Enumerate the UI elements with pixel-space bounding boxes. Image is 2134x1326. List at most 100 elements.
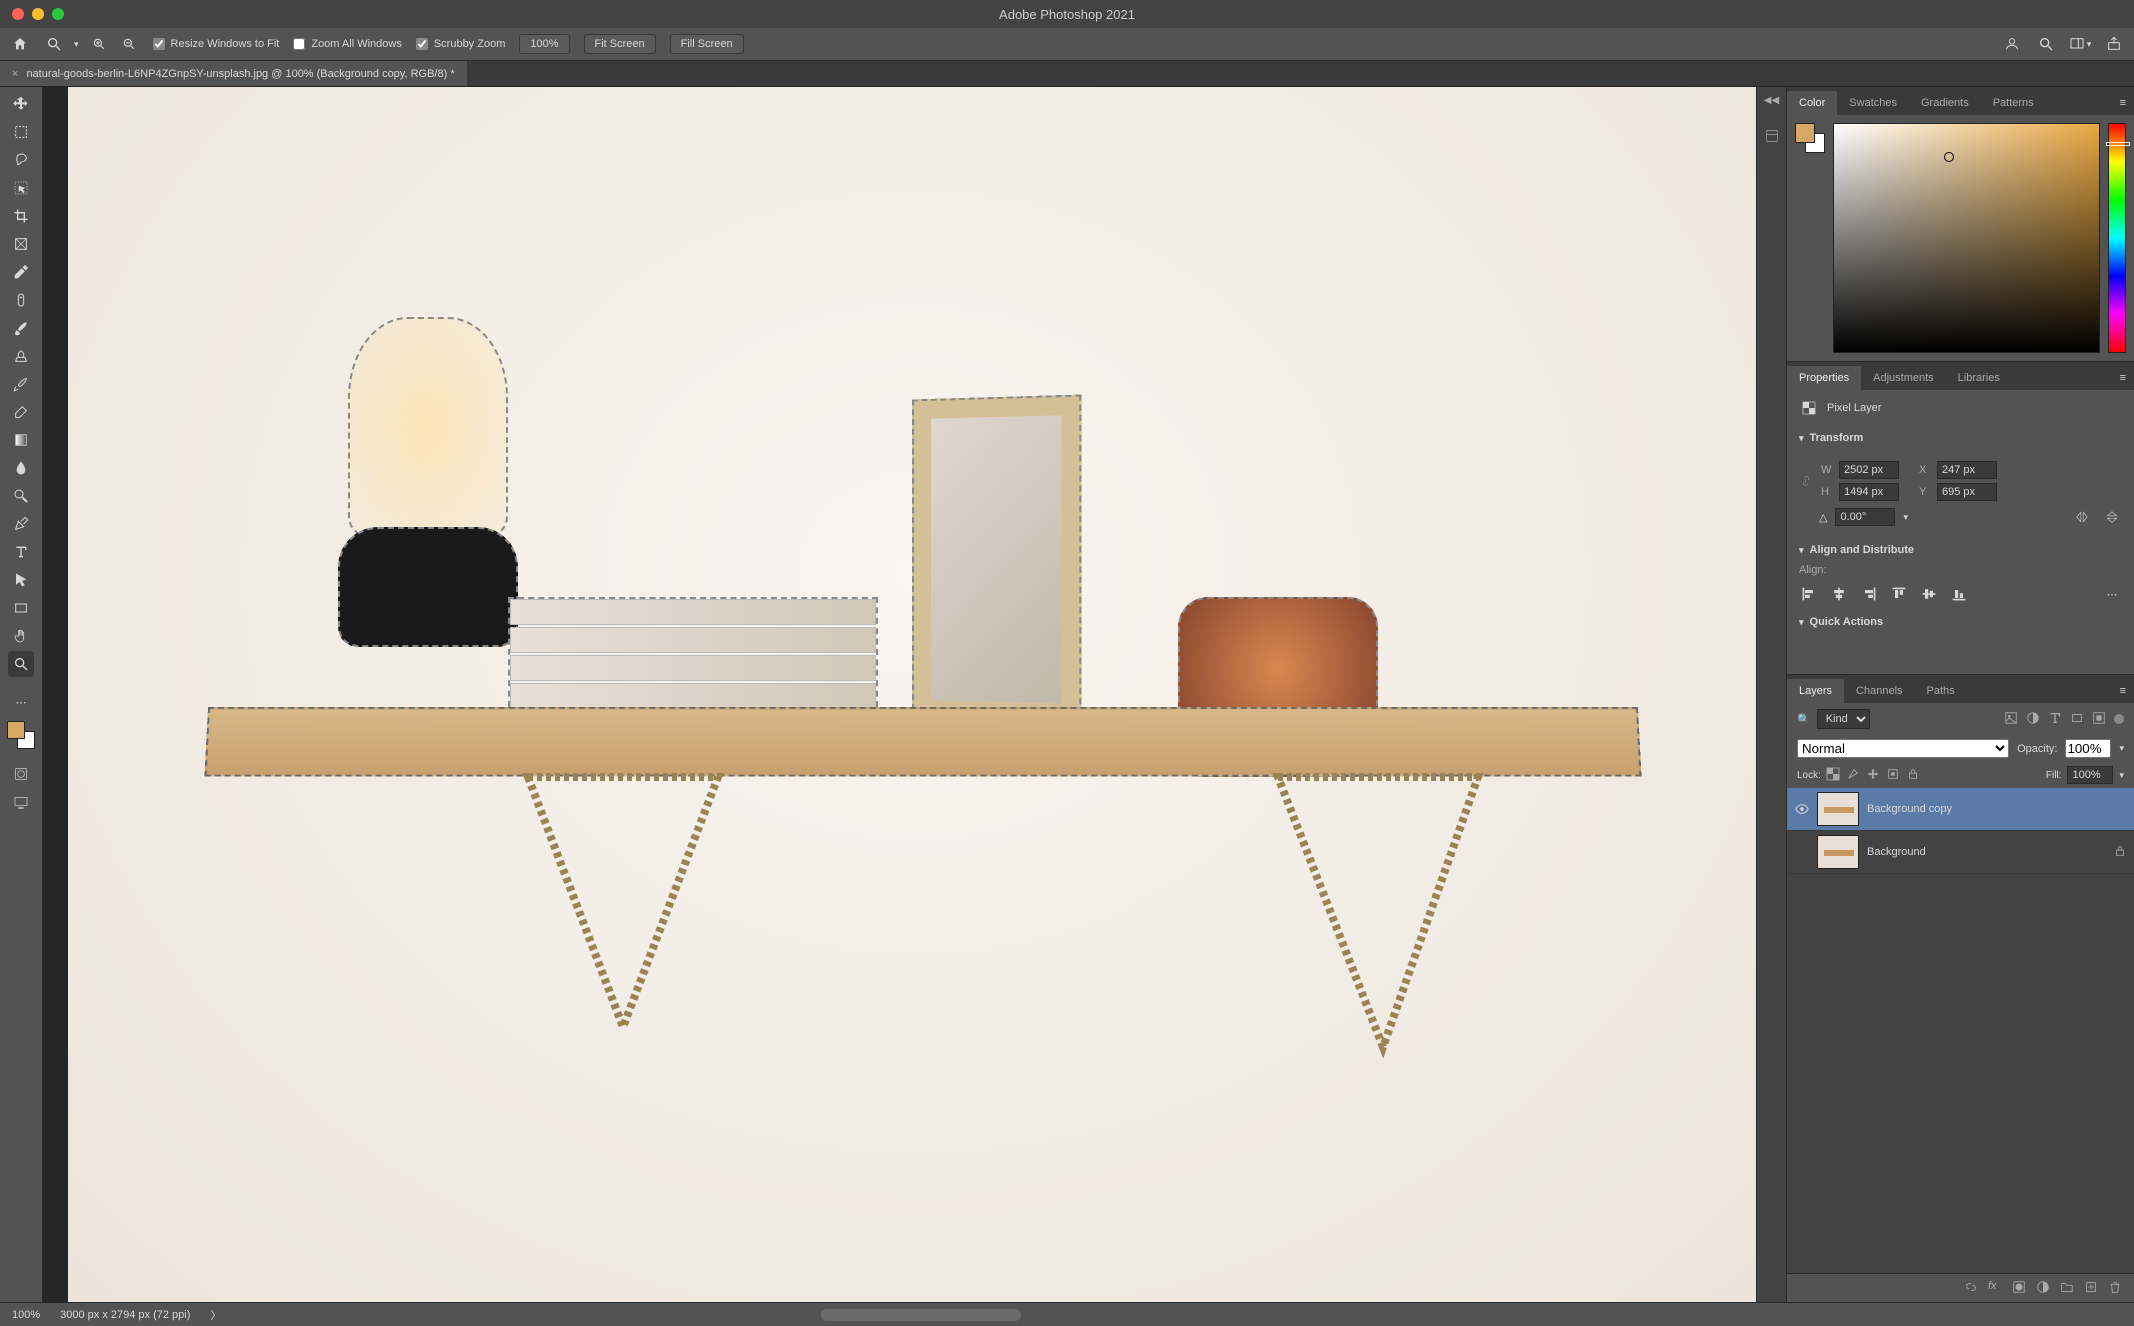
align-center-v-icon[interactable] (1919, 584, 1939, 604)
more-options-icon[interactable]: ⋯ (2102, 584, 2122, 604)
opacity-dropdown-icon[interactable]: ▾ (2119, 743, 2124, 754)
tab-paths[interactable]: Paths (1915, 679, 1967, 703)
color-panel-swatches[interactable] (1795, 123, 1825, 153)
eraser-tool[interactable] (8, 399, 34, 425)
filter-toggle-icon[interactable] (2114, 714, 2124, 724)
angle-input[interactable] (1835, 508, 1895, 526)
brush-tool[interactable] (8, 315, 34, 341)
canvas-area[interactable] (43, 87, 1756, 1302)
path-selection-tool[interactable] (8, 567, 34, 593)
foreground-color-swatch[interactable] (7, 721, 25, 739)
align-right-icon[interactable] (1859, 584, 1879, 604)
tab-layers[interactable]: Layers (1787, 679, 1844, 703)
flip-vertical-icon[interactable] (2102, 507, 2122, 527)
scrubby-zoom-input[interactable] (416, 38, 428, 50)
layer-thumbnail[interactable] (1817, 835, 1859, 869)
layer-thumbnail[interactable] (1817, 792, 1859, 826)
filter-smart-icon[interactable] (2092, 711, 2108, 727)
tab-channels[interactable]: Channels (1844, 679, 1914, 703)
group-icon[interactable] (2060, 1280, 2076, 1296)
search-icon[interactable] (2036, 34, 2056, 54)
x-input[interactable] (1937, 461, 1997, 479)
rectangle-tool[interactable] (8, 595, 34, 621)
angle-dropdown-icon[interactable]: ▾ (1903, 512, 1908, 523)
screen-mode-button[interactable] (8, 789, 34, 815)
filter-adjustment-icon[interactable] (2026, 711, 2042, 727)
edit-toolbar-button[interactable]: ⋯ (8, 689, 34, 715)
status-expand-icon[interactable]: 〉 (210, 1307, 221, 1323)
pen-tool[interactable] (8, 511, 34, 537)
move-tool[interactable] (8, 91, 34, 117)
tab-gradients[interactable]: Gradients (1909, 91, 1981, 115)
blur-tool[interactable] (8, 455, 34, 481)
document-canvas[interactable] (68, 87, 1756, 1302)
tab-color[interactable]: Color (1787, 91, 1837, 115)
color-indicator[interactable] (1944, 152, 1954, 162)
lasso-tool[interactable] (8, 147, 34, 173)
layer-row[interactable]: Background copy (1787, 788, 2134, 831)
close-window-button[interactable] (12, 8, 24, 20)
y-input[interactable] (1937, 483, 1997, 501)
gradient-tool[interactable] (8, 427, 34, 453)
status-doc-info[interactable]: 3000 px x 2794 px (72 ppi) (60, 1309, 190, 1321)
resize-windows-checkbox[interactable]: Resize Windows to Fit (153, 38, 280, 50)
workspace-switcher-icon[interactable]: ▾ (2070, 34, 2090, 54)
hue-slider[interactable] (2108, 123, 2126, 353)
tab-adjustments[interactable]: Adjustments (1861, 366, 1946, 390)
layer-name[interactable]: Background (1867, 846, 1926, 858)
resize-windows-input[interactable] (153, 38, 165, 50)
status-zoom[interactable]: 100% (12, 1309, 40, 1321)
visibility-icon[interactable] (1795, 802, 1809, 816)
filter-kind-select[interactable]: Kind (1817, 709, 1870, 729)
type-tool[interactable] (8, 539, 34, 565)
align-top-icon[interactable] (1889, 584, 1909, 604)
filter-type-icon[interactable] (2048, 711, 2064, 727)
zoom-100-button[interactable]: 100% (519, 34, 569, 54)
eyedropper-tool[interactable] (8, 259, 34, 285)
panel-menu-icon[interactable]: ≡ (2112, 679, 2134, 703)
fill-input[interactable] (2067, 766, 2113, 784)
color-spectrum[interactable] (1833, 123, 2100, 353)
tab-patterns[interactable]: Patterns (1981, 91, 2046, 115)
expand-panels-icon[interactable]: ◀◀ (1764, 95, 1779, 106)
filter-shape-icon[interactable] (2070, 711, 2086, 727)
transform-section-header[interactable]: ▾Transform (1787, 426, 2134, 450)
layer-mask-icon[interactable] (2012, 1280, 2028, 1296)
layer-row[interactable]: Background (1787, 831, 2134, 874)
dropdown-arrow-icon[interactable]: ▾ (74, 39, 79, 50)
zoom-all-input[interactable] (293, 38, 305, 50)
delete-layer-icon[interactable] (2108, 1280, 2124, 1296)
lock-pixels-icon[interactable] (1847, 768, 1861, 782)
object-selection-tool[interactable] (8, 175, 34, 201)
fullscreen-window-button[interactable] (52, 8, 64, 20)
lock-transparency-icon[interactable] (1827, 768, 1841, 782)
new-layer-icon[interactable] (2084, 1280, 2100, 1296)
horizontal-scrollbar[interactable] (821, 1309, 1021, 1321)
hue-slider-handle[interactable] (2106, 142, 2130, 146)
cloud-docs-icon[interactable] (2002, 34, 2022, 54)
tab-properties[interactable]: Properties (1787, 366, 1861, 390)
fg-swatch[interactable] (1795, 123, 1815, 143)
fill-dropdown-icon[interactable]: ▾ (2119, 770, 2124, 781)
visibility-icon[interactable] (1795, 845, 1809, 859)
home-button[interactable] (10, 34, 30, 54)
hand-tool[interactable] (8, 623, 34, 649)
collapsed-panel-icon[interactable] (1762, 126, 1782, 146)
document-tab[interactable]: × natural-goods-berlin-L6NP4ZGnpSY-unspl… (0, 61, 467, 86)
search-icon[interactable]: 🔍 (1797, 713, 1811, 726)
share-icon[interactable] (2104, 34, 2124, 54)
healing-brush-tool[interactable] (8, 287, 34, 313)
tab-libraries[interactable]: Libraries (1946, 366, 2012, 390)
width-input[interactable] (1839, 461, 1899, 479)
layer-style-icon[interactable]: fx (1988, 1280, 2004, 1296)
panel-menu-icon[interactable]: ≡ (2112, 366, 2134, 390)
zoom-all-checkbox[interactable]: Zoom All Windows (293, 38, 401, 50)
quick-mask-button[interactable] (8, 761, 34, 787)
history-brush-tool[interactable] (8, 371, 34, 397)
zoom-in-button[interactable] (89, 34, 109, 54)
color-swatches[interactable] (7, 721, 35, 749)
quick-actions-header[interactable]: ▾Quick Actions (1787, 610, 2134, 634)
blend-mode-select[interactable]: Normal (1797, 739, 2009, 758)
frame-tool[interactable] (8, 231, 34, 257)
adjustment-layer-icon[interactable] (2036, 1280, 2052, 1296)
